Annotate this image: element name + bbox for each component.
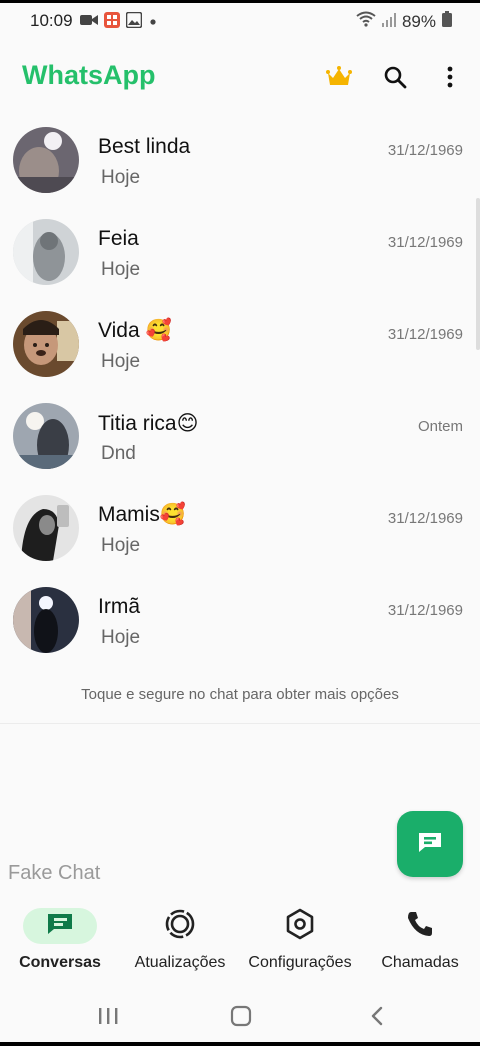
chat-date: 31/12/1969 [387,142,463,159]
chat-subtitle: Hoje [101,627,141,648]
search-icon[interactable] [380,62,410,92]
battery-icon [442,11,452,32]
active-tab-indicator [23,908,97,944]
video-camera-icon [80,13,98,32]
chat-subtitle: Hoje [101,535,141,556]
system-navigation-bar [0,990,480,1042]
chat-row-vida[interactable]: Vida 🥰 Hoje 31/12/1969 [0,304,480,396]
watermark-text: Fake Chat [8,862,101,884]
new-chat-icon [417,831,443,858]
tab-label: Configurações [248,954,352,971]
chat-name: Irmã [98,595,140,618]
back-icon[interactable] [357,1002,397,1030]
app-bar: WhatsApp [0,50,480,106]
tab-label: Conversas [19,954,101,971]
long-press-hint: Toque e segure no chat para obter mais o… [81,686,399,703]
tab-label: Atualizações [134,954,226,971]
chat-row-best-linda[interactable]: Best linda Hoje 31/12/1969 [0,120,480,212]
app-notification-icon [104,12,120,33]
chat-row-titia-rica[interactable]: Titia rica😊 Dnd Ontem [0,396,480,488]
more-options-icon[interactable] [435,62,465,92]
chat-row-feia[interactable]: Feia Hoje 31/12/1969 [0,212,480,304]
chat-date: 31/12/1969 [387,510,463,527]
phone-icon [405,909,435,944]
wifi-icon [356,11,376,32]
chat-date: 31/12/1969 [387,602,463,619]
status-time: 10:09 [30,11,73,30]
chat-subtitle: Hoje [101,259,141,280]
status-right: 89% [356,11,452,32]
avatar[interactable] [13,403,79,469]
chat-subtitle: Hoje [101,351,141,372]
battery-percent: 89% [401,11,436,31]
recent-apps-icon[interactable] [88,1002,128,1030]
chat-icon [45,912,75,941]
chat-name: Mamis🥰 [98,503,186,526]
notification-icons [80,11,158,33]
tab-conversas[interactable]: Conversas [0,898,120,978]
chat-name: Vida 🥰 [98,319,172,342]
home-icon[interactable] [221,1002,261,1030]
status-icon [164,908,196,945]
chat-subtitle: Dnd [101,443,136,464]
bottom-navigation: Conversas Atualizações Configurações Cha… [0,898,480,986]
avatar[interactable] [13,587,79,653]
chat-name: Feia [98,227,139,250]
tab-configuracoes[interactable]: Configurações [240,898,360,978]
chat-name: Best linda [98,135,191,158]
chat-name: Titia rica😊 [98,412,199,435]
avatar[interactable] [13,219,79,285]
tab-atualizacoes[interactable]: Atualizações [120,898,240,978]
image-icon [125,11,143,33]
chat-date: Ontem [417,418,463,435]
tab-label: Chamadas [381,954,459,971]
app-title: WhatsApp [22,60,156,90]
settings-icon [284,908,316,945]
avatar[interactable] [13,495,79,561]
status-bar: 10:09 89% [0,0,480,44]
avatar[interactable] [13,127,79,193]
divider [0,723,480,724]
crown-icon[interactable] [324,62,354,92]
scrollbar[interactable] [476,198,480,350]
chat-date: 31/12/1969 [387,234,463,251]
tab-chamadas[interactable]: Chamadas [360,898,480,978]
chat-row-mamis[interactable]: Mamis🥰 Hoje 31/12/1969 [0,488,480,580]
signal-icon [381,12,396,32]
bottom-edge [0,1042,480,1046]
avatar[interactable] [13,311,79,377]
chat-row-irma[interactable]: Irmã Hoje 31/12/1969 [0,580,480,672]
dot-icon [148,14,158,32]
new-chat-button[interactable] [397,811,463,877]
chat-date: 31/12/1969 [387,326,463,343]
chat-subtitle: Hoje [101,167,141,188]
